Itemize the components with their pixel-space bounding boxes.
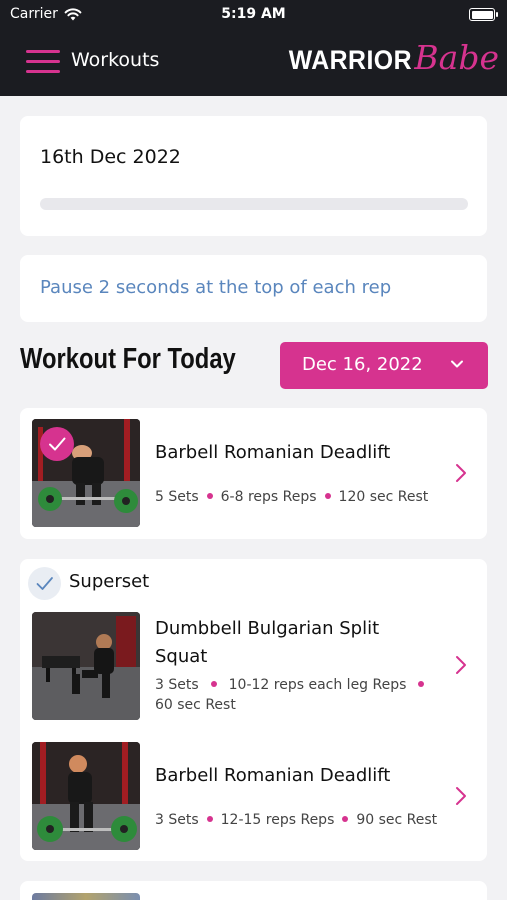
exercise-name: Barbell Romanian Deadlift	[155, 765, 391, 786]
workout-note-card: Pause 2 seconds at the top of each rep	[20, 255, 487, 322]
exercise-card[interactable]	[20, 881, 487, 900]
exercise-name-line1: Dumbbell Bulgarian Split	[155, 618, 380, 639]
status-time: 5:19 AM	[221, 6, 286, 22]
chevron-right-icon[interactable]	[455, 655, 467, 675]
separator-dot	[418, 681, 425, 687]
separator-dot	[206, 493, 213, 499]
exercise-name: Dumbbell Bulgarian Split Squat	[155, 615, 379, 671]
exercise-sets: 3 Sets	[155, 812, 199, 828]
chevron-down-icon	[451, 360, 463, 368]
exercise-meta: 3 Sets 10-12 reps each leg Reps 60 sec Re…	[155, 675, 445, 715]
superset-label: Superset	[69, 571, 150, 592]
exercise-sets: 5 Sets	[155, 489, 199, 505]
exercise-sets: 3 Sets	[155, 677, 199, 693]
section-title: Workout For Today	[20, 343, 236, 375]
exercise-meta: 5 Sets 6-8 reps Reps 120 sec Rest	[155, 487, 428, 507]
exercise-reps: 10-12 reps each leg Reps	[228, 677, 407, 693]
battery-icon	[469, 8, 498, 21]
progress-bar	[40, 198, 468, 210]
superset-card: Superset Dumbbell Bulgarian Split Squat	[20, 559, 487, 861]
nav-title: Workouts	[71, 49, 160, 71]
exercise-rest: 90 sec Rest	[356, 812, 438, 828]
exercise-meta: 3 Sets 12-15 reps Reps 90 sec Rest	[155, 810, 437, 830]
superset-checkmark-icon[interactable]	[28, 567, 61, 600]
date-selector-label: Dec 16, 2022	[302, 354, 423, 375]
chevron-right-icon[interactable]	[455, 463, 467, 483]
day-progress-card: 16th Dec 2022	[20, 116, 487, 236]
exercise-rest: 120 sec Rest	[338, 489, 429, 505]
exercise-reps: 12-15 reps Reps	[220, 812, 335, 828]
separator-dot	[342, 816, 349, 822]
separator-dot	[206, 816, 213, 822]
nav-bar: Workouts WARRIOR Babe	[0, 30, 507, 96]
workout-note: Pause 2 seconds at the top of each rep	[40, 277, 392, 298]
exercise-name-line2: Squat	[155, 646, 208, 667]
exercise-thumbnail	[32, 612, 140, 720]
logo-primary-text: WARRIOR	[289, 45, 413, 75]
brand-logo: WARRIOR Babe	[278, 38, 499, 77]
exercise-name: Barbell Romanian Deadlift	[155, 442, 391, 463]
exercise-thumbnail	[32, 419, 140, 527]
exercise-card[interactable]: Barbell Romanian Deadlift 5 Sets 6-8 reps…	[20, 408, 487, 539]
exercise-thumbnail	[32, 742, 140, 850]
workout-date: 16th Dec 2022	[40, 146, 181, 168]
exercise-rest: 60 sec Rest	[155, 697, 236, 713]
status-bar: Carrier 5:19 AM	[0, 0, 507, 30]
separator-dot	[324, 493, 331, 499]
separator-dot	[210, 681, 217, 687]
hamburger-menu-icon[interactable]	[26, 50, 60, 74]
logo-script-text: Babe	[414, 38, 499, 77]
date-selector[interactable]: Dec 16, 2022	[280, 342, 488, 389]
completed-checkmark-icon	[40, 427, 74, 461]
exercise-thumbnail	[32, 893, 140, 900]
chevron-right-icon[interactable]	[455, 786, 467, 806]
exercise-reps: 6-8 reps Reps	[220, 489, 317, 505]
